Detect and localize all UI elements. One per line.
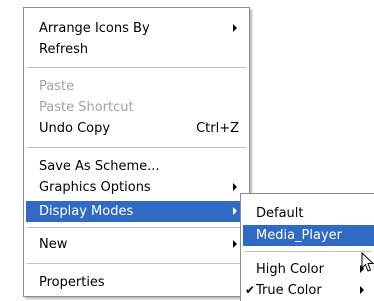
mouse-pointer-icon: [361, 252, 374, 272]
submenu-arrow-icon: [233, 24, 237, 32]
checkmark-icon: ✔: [245, 283, 256, 297]
menu-item-arrange-icons-by[interactable]: Arrange Icons By: [26, 18, 247, 39]
menu-item-properties[interactable]: Properties: [26, 272, 247, 293]
menu-item-refresh[interactable]: Refresh: [26, 39, 247, 60]
submenu-item-high-color[interactable]: High Color: [243, 259, 374, 280]
menu-separator: [27, 147, 246, 148]
menu-item-display-modes[interactable]: Display Modes: [26, 201, 247, 222]
menu-item-label: True Color: [256, 283, 322, 298]
menu-item-label: Paste Shortcut: [39, 100, 134, 115]
submenu-arrow-icon: [233, 183, 237, 191]
menu-item-label: Refresh: [39, 42, 89, 57]
menu-item-label: Undo Copy: [39, 121, 111, 136]
submenu-arrow-icon: [233, 207, 237, 215]
context-menu: Arrange Icons By Refresh Paste Paste Sho…: [23, 7, 250, 297]
menu-item-label: Default: [256, 206, 304, 221]
menu-item-label: Properties: [39, 275, 105, 290]
menu-item-new[interactable]: New: [26, 234, 247, 255]
menu-item-label: New: [39, 237, 68, 252]
submenu-arrow-icon: [233, 240, 237, 248]
menu-item-shortcut: Ctrl+Z: [196, 121, 239, 136]
submenu-item-media-player[interactable]: Media_Player: [243, 225, 374, 246]
submenu-arrow-icon: [360, 286, 364, 294]
menu-separator: [27, 263, 246, 264]
menu-item-label: Save As Scheme...: [39, 159, 160, 174]
menu-item-label: Media_Player: [256, 228, 342, 243]
menu-item-label: Display Modes: [39, 204, 134, 219]
menu-separator: [244, 251, 371, 252]
menu-item-label: High Color: [256, 262, 324, 277]
menu-item-label: Graphics Options: [39, 180, 151, 195]
menu-separator: [27, 67, 246, 68]
submenu-item-true-color[interactable]: ✔ True Color: [243, 280, 374, 301]
menu-item-undo-copy[interactable]: Undo Copy Ctrl+Z: [26, 118, 247, 139]
menu-item-label: Paste: [39, 79, 75, 94]
menu-item-paste-shortcut: Paste Shortcut: [26, 97, 247, 118]
menu-item-label: Arrange Icons By: [39, 21, 150, 36]
menu-item-save-as-scheme[interactable]: Save As Scheme...: [26, 156, 247, 177]
submenu-item-default[interactable]: Default: [243, 203, 374, 224]
display-modes-submenu: Default Media_Player High Color ✔ True C…: [240, 193, 374, 301]
menu-item-paste: Paste: [26, 76, 247, 97]
menu-separator: [27, 227, 246, 228]
menu-item-graphics-options[interactable]: Graphics Options: [26, 177, 247, 198]
